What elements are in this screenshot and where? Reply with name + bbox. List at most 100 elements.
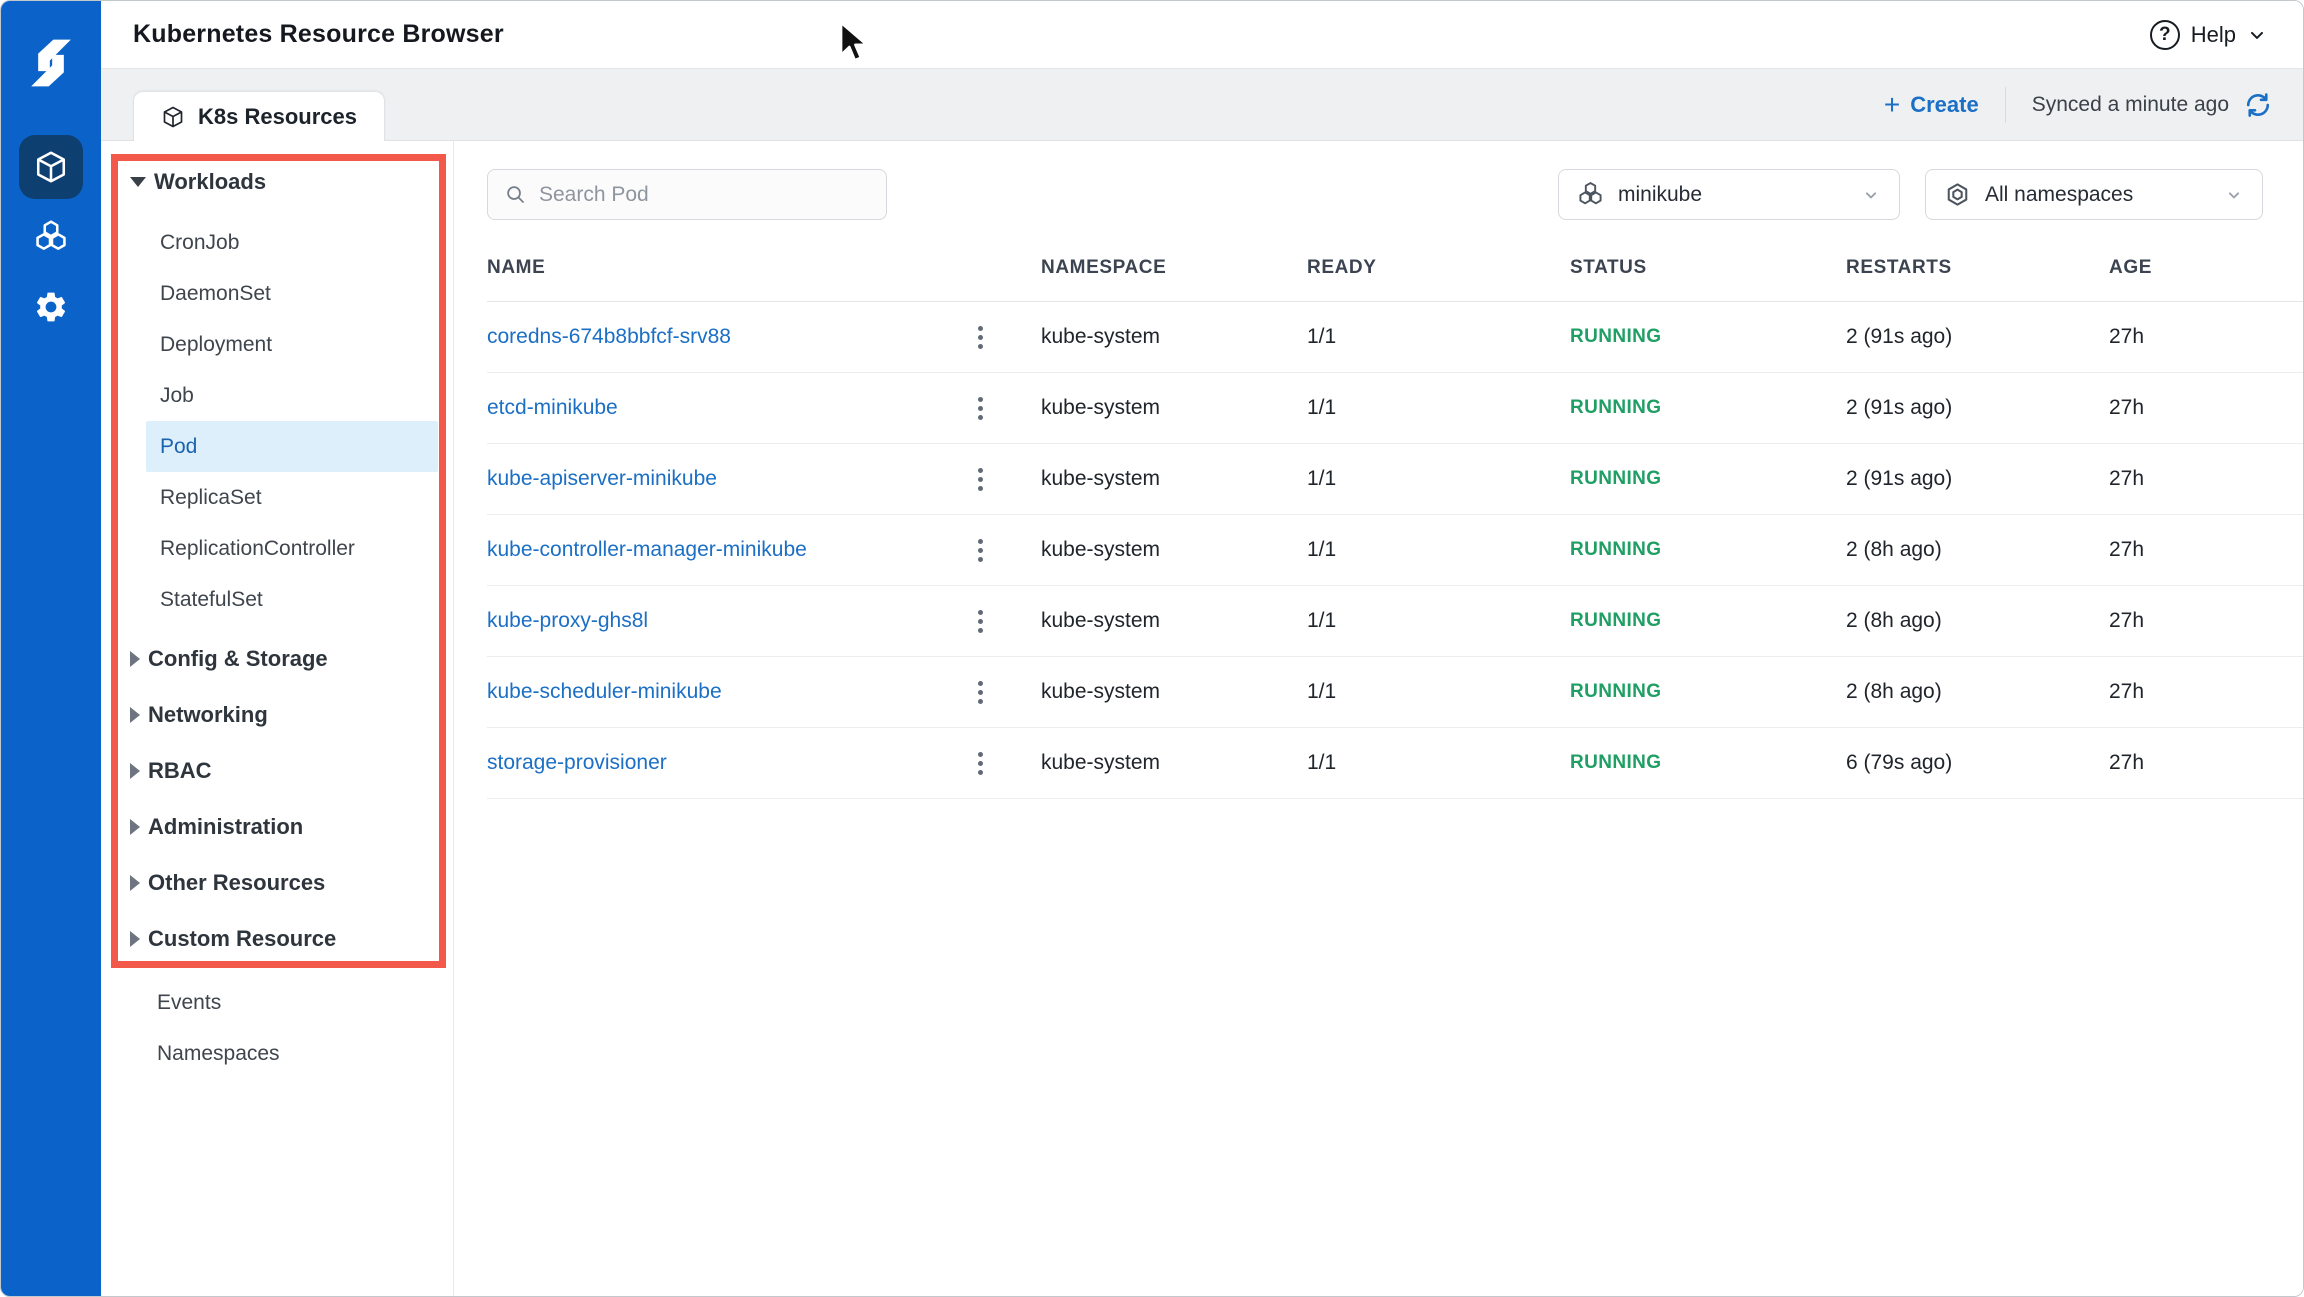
table-header: NAME NAMESPACE READY STATUS RESTARTS AGE — [487, 220, 2303, 302]
sidebar-item-job[interactable]: Job — [146, 370, 438, 421]
ready-cell: 1/1 — [1307, 396, 1570, 420]
sidebar-item-cronjob[interactable]: CronJob — [146, 217, 438, 268]
sidebar-section-config-storage[interactable]: Config & Storage — [101, 631, 453, 687]
table-row: kube-controller-manager-minikube kube-sy… — [487, 515, 2303, 586]
table-row: coredns-674b8bbfcf-srv88 kube-system 1/1… — [487, 302, 2303, 373]
status-badge: RUNNING — [1570, 539, 1846, 561]
cluster-value: minikube — [1618, 183, 1702, 207]
table-row: kube-apiserver-minikube kube-system 1/1 … — [487, 444, 2303, 515]
triangle-right-icon — [130, 763, 140, 779]
plus-icon: + — [1884, 91, 1900, 119]
pod-name-link[interactable]: kube-controller-manager-minikube — [487, 538, 807, 562]
table-row: storage-provisioner kube-system 1/1 RUNN… — [487, 728, 2303, 799]
help-label: Help — [2191, 22, 2236, 48]
age-cell: 27h — [2109, 467, 2303, 491]
namespace-cell: kube-system — [1041, 751, 1307, 775]
nav-rail — [1, 1, 101, 1296]
name-cell: kube-apiserver-minikube — [487, 462, 1041, 496]
cube-icon — [33, 149, 69, 185]
triangle-right-icon — [130, 819, 140, 835]
synced-label: Synced a minute ago — [2032, 93, 2229, 117]
table-row: kube-proxy-ghs8l kube-system 1/1 RUNNING… — [487, 586, 2303, 657]
sidebar-item-replicationcontroller[interactable]: ReplicationController — [146, 523, 438, 574]
sidebar-item-events[interactable]: Events — [101, 979, 453, 1027]
search-input[interactable] — [539, 183, 870, 207]
triangle-right-icon — [130, 707, 140, 723]
help-button[interactable]: ? Help — [2150, 20, 2267, 50]
age-cell: 27h — [2109, 538, 2303, 562]
age-cell: 27h — [2109, 325, 2303, 349]
name-cell: kube-proxy-ghs8l — [487, 604, 1041, 638]
sidebar-item-daemonset[interactable]: DaemonSet — [146, 268, 438, 319]
chevron-down-icon — [1861, 185, 1881, 205]
sidebar-section-label: Custom Resource — [148, 926, 336, 952]
ready-cell: 1/1 — [1307, 751, 1570, 775]
sidebar-item-namespaces[interactable]: Namespaces — [101, 1030, 453, 1078]
column-header-ready: READY — [1307, 257, 1570, 279]
namespace-value: All namespaces — [1985, 183, 2133, 207]
rail-resources-button[interactable] — [19, 135, 83, 199]
search-icon — [504, 183, 527, 206]
create-button[interactable]: + Create — [1884, 91, 1979, 119]
sidebar-section-custom-resource[interactable]: Custom Resource — [101, 911, 453, 967]
ready-cell: 1/1 — [1307, 467, 1570, 491]
resource-tree: Workloads CronJobDaemonSetDeploymentJobPo… — [101, 159, 453, 967]
sidebar-section-administration[interactable]: Administration — [101, 799, 453, 855]
rail-cluster-button[interactable] — [19, 205, 83, 269]
age-cell: 27h — [2109, 609, 2303, 633]
sidebar-section-label: Other Resources — [148, 870, 325, 896]
pod-name-link[interactable]: kube-scheduler-minikube — [487, 680, 722, 704]
sidebar-item-statefulset[interactable]: StatefulSet — [146, 574, 438, 625]
sidebar-section-other-resources[interactable]: Other Resources — [101, 855, 453, 911]
column-header-age: AGE — [2109, 257, 2303, 279]
cube-icon — [161, 105, 185, 129]
pod-name-link[interactable]: coredns-674b8bbfcf-srv88 — [487, 325, 731, 349]
kebab-menu-button[interactable] — [965, 391, 995, 425]
name-cell: storage-provisioner — [487, 746, 1041, 780]
tab-k8s-resources[interactable]: K8s Resources — [133, 91, 385, 141]
kebab-menu-button[interactable] — [965, 533, 995, 567]
restarts-cell: 6 (79s ago) — [1846, 751, 2109, 775]
namespace-select[interactable]: All namespaces — [1925, 169, 2263, 220]
main-area: Kubernetes Resource Browser ? Help K8s R… — [101, 1, 2303, 1296]
cluster-select[interactable]: minikube — [1558, 169, 1900, 220]
page-title: Kubernetes Resource Browser — [133, 20, 504, 49]
age-cell: 27h — [2109, 751, 2303, 775]
pods-toolbar: minikube All namespaces — [454, 141, 2303, 220]
pod-name-link[interactable]: etcd-minikube — [487, 396, 618, 420]
sidebar-section-networking[interactable]: Networking — [101, 687, 453, 743]
sidebar-section-rbac[interactable]: RBAC — [101, 743, 453, 799]
strip-actions: + Create Synced a minute ago — [1884, 69, 2273, 140]
kebab-menu-button[interactable] — [965, 320, 995, 354]
column-header-name: NAME — [487, 257, 1041, 279]
chevron-down-icon — [2247, 25, 2267, 45]
sidebar-item-pod[interactable]: Pod — [146, 421, 438, 472]
chevron-down-icon — [2224, 185, 2244, 205]
pod-name-link[interactable]: kube-apiserver-minikube — [487, 467, 717, 491]
sidebar-item-deployment[interactable]: Deployment — [146, 319, 438, 370]
pods-table-body: coredns-674b8bbfcf-srv88 kube-system 1/1… — [454, 302, 2303, 799]
namespace-cell: kube-system — [1041, 396, 1307, 420]
pod-name-link[interactable]: kube-proxy-ghs8l — [487, 609, 648, 633]
kebab-menu-button[interactable] — [965, 604, 995, 638]
triangle-right-icon — [130, 651, 140, 667]
triangle-right-icon — [130, 931, 140, 947]
namespace-cell: kube-system — [1041, 467, 1307, 491]
sidebar-item-replicaset[interactable]: ReplicaSet — [146, 472, 438, 523]
kebab-menu-button[interactable] — [965, 746, 995, 780]
kebab-menu-button[interactable] — [965, 462, 995, 496]
namespace-cell: kube-system — [1041, 609, 1307, 633]
sidebar-section-workloads[interactable]: Workloads — [101, 159, 453, 205]
sidebar-section-label: RBAC — [148, 758, 212, 784]
rail-settings-button[interactable] — [19, 275, 83, 339]
refresh-button[interactable] — [2243, 90, 2273, 120]
kebab-menu-button[interactable] — [965, 675, 995, 709]
tab-label: K8s Resources — [198, 104, 357, 130]
name-cell: coredns-674b8bbfcf-srv88 — [487, 320, 1041, 354]
status-badge: RUNNING — [1570, 610, 1846, 632]
pod-name-link[interactable]: storage-provisioner — [487, 751, 667, 775]
status-badge: RUNNING — [1570, 681, 1846, 703]
column-header-namespace: NAMESPACE — [1041, 257, 1307, 279]
restarts-cell: 2 (8h ago) — [1846, 680, 2109, 704]
ready-cell: 1/1 — [1307, 680, 1570, 704]
